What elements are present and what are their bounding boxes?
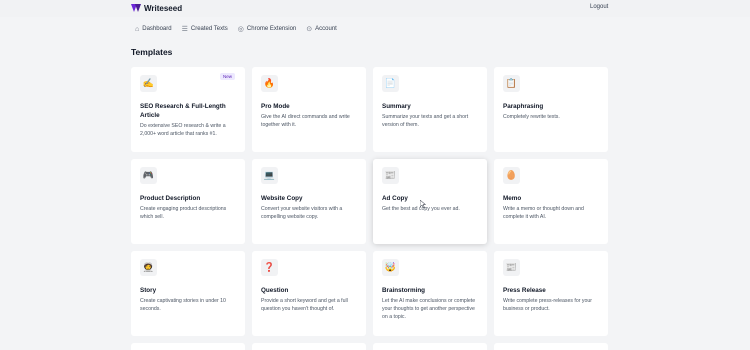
writing-hand-icon: ✍️ — [140, 75, 157, 92]
template-card-story[interactable]: 🧑‍🚀 Story Create captivating stories in … — [131, 251, 245, 336]
newspaper-icon: 📰 — [382, 167, 399, 184]
page-title: Templates — [131, 47, 173, 57]
brand-logo[interactable]: Writeseed — [131, 2, 182, 14]
card-title: Brainstorming — [382, 287, 426, 294]
nav-item-label: Created Texts — [190, 26, 228, 32]
page-icon: 📄 — [382, 75, 399, 92]
template-card-press-release[interactable]: 📰 Press Release Write complete press-rel… — [494, 251, 608, 336]
template-card-product-description[interactable]: 🎮 Product Description Create engaging pr… — [131, 159, 245, 244]
laptop-icon: 💻 — [261, 167, 278, 184]
question-icon: ❓ — [261, 259, 278, 276]
next-row-card-peek — [131, 343, 245, 350]
card-description: Completely rewrite texts. — [503, 114, 560, 121]
template-card-summary[interactable]: 📄 Summary Summarize your texts and get a… — [373, 67, 487, 152]
logout-link[interactable]: Logout — [590, 4, 608, 10]
card-description: Write a memo or thought down and complet… — [503, 206, 584, 220]
chrome-icon: ◎ — [237, 25, 244, 33]
new-badge: New — [219, 73, 235, 80]
press-icon: 📰 — [503, 259, 520, 276]
game-controller-icon: 🎮 — [140, 167, 157, 184]
card-title: Summary — [382, 103, 411, 110]
clipboard-icon: 📋 — [503, 75, 520, 92]
brand-name: Writeseed — [144, 3, 183, 13]
nav-item-dashboard[interactable]: ⌂ Dashboard — [135, 26, 172, 33]
main-nav: ⌂ Dashboard ☰ Created Texts ◎ Chrome Ext… — [135, 24, 337, 34]
fire-icon: 🔥 — [261, 75, 278, 92]
template-card-pro-mode[interactable]: 🔥 Pro Mode Give the AI direct commands a… — [252, 67, 366, 152]
card-description: Provide a short keyword and get a full q… — [261, 298, 348, 312]
card-description: Summarize your texts and get a short ver… — [382, 114, 469, 128]
card-description: Write complete press-releases for your b… — [503, 298, 592, 312]
nav-item-created-texts[interactable]: ☰ Created Texts — [182, 26, 228, 33]
memo-icon: 🥚 — [503, 167, 520, 184]
card-description: Give the AI direct commands and write to… — [261, 114, 350, 128]
card-title: Paraphrasing — [503, 103, 544, 110]
card-description: Get the best ad copy you ever ad. — [382, 206, 460, 213]
card-title: Ad Copy — [382, 195, 408, 202]
card-title: Pro Mode — [261, 103, 290, 110]
template-card-question[interactable]: ❓ Question Provide a short keyword and g… — [252, 251, 366, 336]
template-card-seo-article[interactable]: ✍️ New SEO Research & Full-Length Articl… — [131, 67, 245, 152]
template-card-memo[interactable]: 🥚 Memo Write a memo or thought down and … — [494, 159, 608, 244]
next-row-card-peek — [252, 343, 366, 350]
nav-item-label: Dashboard — [142, 26, 172, 32]
nav-item-label: Account — [315, 26, 337, 32]
document-icon: ☰ — [181, 25, 188, 33]
top-bar: Writeseed Logout — [0, 0, 750, 17]
person-icon: 🧑‍🚀 — [140, 259, 157, 276]
card-description: Convert your website visitors with a com… — [261, 206, 343, 220]
card-title: Question — [261, 287, 289, 294]
card-description: Do extensive SEO research & write a 2,00… — [140, 123, 226, 138]
card-title: Story — [140, 287, 157, 294]
template-card-ad-copy[interactable]: 📰 Ad Copy Get the best ad copy you ever … — [373, 159, 487, 244]
template-card-paraphrasing[interactable]: 📋 Paraphrasing Completely rewrite texts. — [494, 67, 608, 152]
account-icon: ⊙ — [306, 25, 313, 33]
home-icon: ⌂ — [135, 25, 140, 33]
card-title: Product Description — [140, 195, 201, 202]
template-card-brainstorming[interactable]: 🤯 Brainstorming Let the AI make conclusi… — [373, 251, 487, 336]
nav-item-account[interactable]: ⊙ Account — [306, 26, 337, 33]
writeseed-logo-icon — [131, 4, 141, 12]
card-description: Create captivating stories in under 10 s… — [140, 298, 226, 312]
card-description: Let the AI make conclusions or complete … — [382, 298, 476, 320]
card-title: SEO Research & Full-Length Article — [140, 103, 226, 120]
card-description: Create engaging product descriptions whi… — [140, 206, 227, 220]
card-title: Press Release — [503, 287, 546, 294]
brain-icon: 🤯 — [382, 259, 399, 276]
mouse-cursor-icon — [420, 200, 426, 208]
nav-item-label: Chrome Extension — [246, 26, 297, 32]
next-row-card-peek — [373, 343, 487, 350]
next-row-card-peek — [494, 343, 608, 350]
card-title: Memo — [503, 195, 522, 202]
template-card-website-copy[interactable]: 💻 Website Copy Convert your website visi… — [252, 159, 366, 244]
nav-item-chrome-extension[interactable]: ◎ Chrome Extension — [238, 26, 296, 33]
card-title: Website Copy — [261, 195, 303, 202]
templates-grid: ✍️ New SEO Research & Full-Length Articl… — [131, 67, 608, 336]
